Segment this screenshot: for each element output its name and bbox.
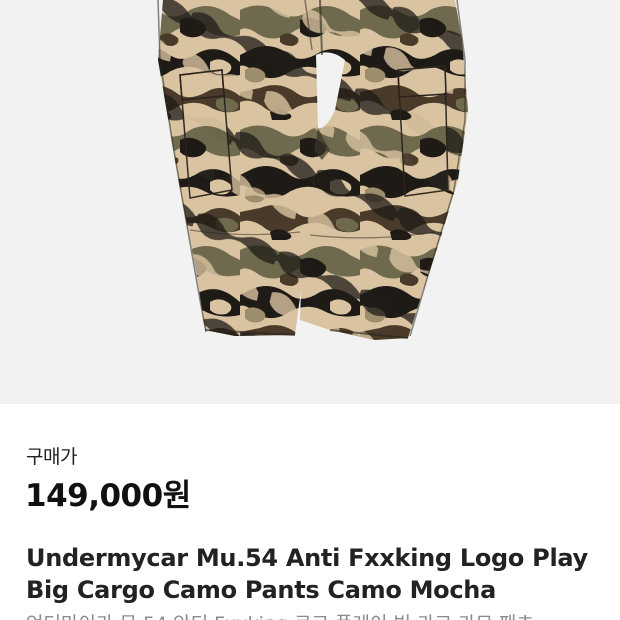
camo-pants-illustration — [157, 0, 468, 340]
product-detail-screen: 구매가 149,000원 Undermycar Mu.54 Anti Fxxki… — [0, 0, 620, 620]
product-title-line1: Undermycar Mu.54 Anti Fxxking Logo Play — [26, 544, 588, 572]
product-subtitle: 언더마이카 무.54 안티 Fxxking 로고 플레이 빅 카고 카모 팬츠 — [26, 609, 534, 620]
price-label: 구매가 — [26, 446, 77, 468]
product-image[interactable] — [0, 0, 620, 404]
product-info-section: 구매가 149,000원 Undermycar Mu.54 Anti Fxxki… — [0, 404, 620, 620]
price-value: 149,000원 — [25, 478, 191, 514]
product-title-line2: Big Cargo Camo Pants Camo Mocha — [26, 576, 496, 604]
product-title: Undermycar Mu.54 Anti Fxxking Logo Play … — [26, 542, 606, 606]
